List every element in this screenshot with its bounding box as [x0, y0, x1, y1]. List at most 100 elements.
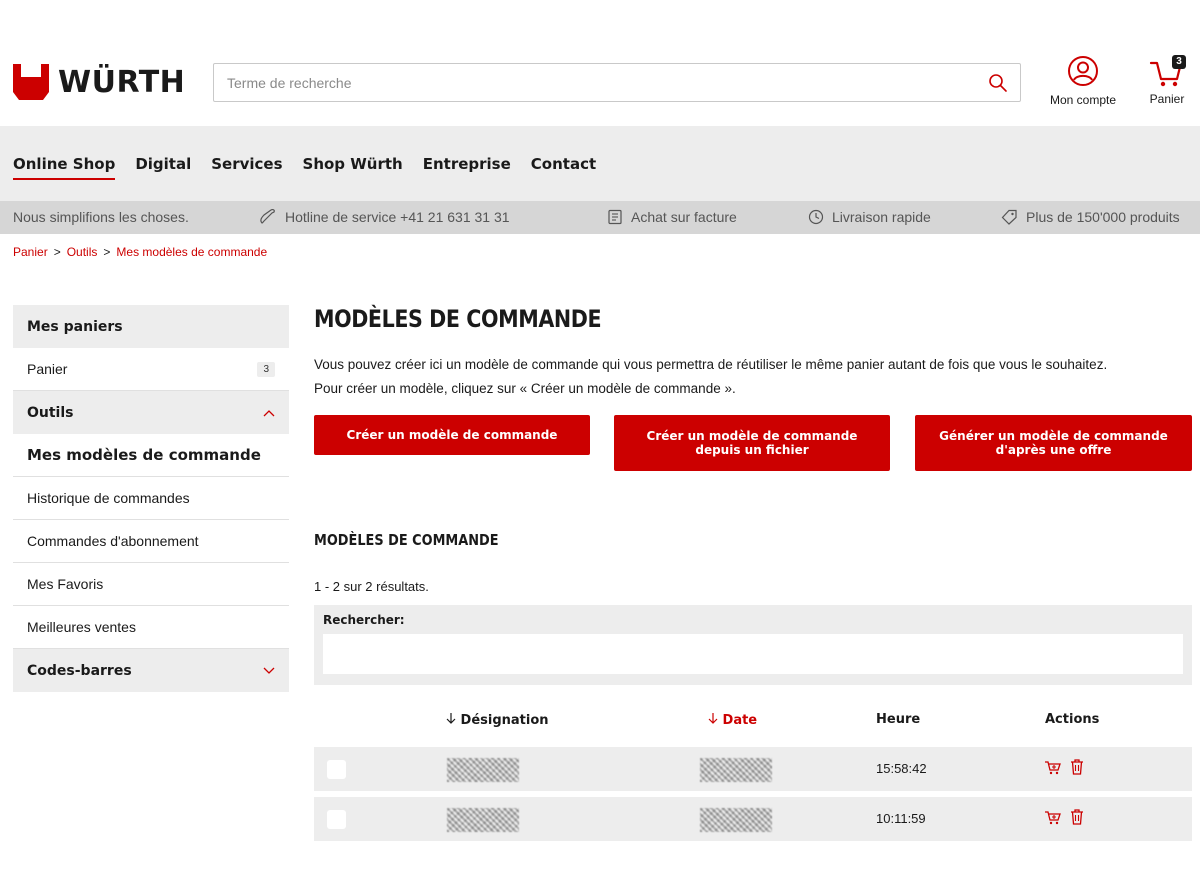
redacted-date: [700, 758, 772, 782]
sidebar-item-cart[interactable]: Panier 3: [13, 348, 289, 391]
add-to-cart-icon[interactable]: [1044, 809, 1062, 825]
sidebar-header-barcodes[interactable]: Codes-barres: [13, 649, 289, 692]
column-designation[interactable]: Désignation: [446, 712, 549, 728]
sidebar-item-subscriptions-label: Commandes d'abonnement: [27, 533, 199, 549]
usp-tagline: Nous simplifions les choses.: [13, 209, 189, 225]
usp-hotline-text: Hotline de service +41 21 631 31 31: [285, 209, 510, 225]
breadcrumb-item-tools[interactable]: Outils: [67, 245, 98, 259]
create-from-file-button-line1: Créer un modèle de commande: [646, 429, 858, 443]
account-sidebar: Mes paniers Panier 3 Outils Mes modèles …: [13, 305, 289, 692]
generate-from-offer-button-line1: Générer un modèle de commande: [939, 429, 1168, 443]
sidebar-item-favorites[interactable]: Mes Favoris: [13, 563, 289, 606]
redacted-date: [700, 808, 772, 832]
sidebar-item-cart-label: Panier: [27, 361, 68, 377]
create-from-file-button[interactable]: Créer un modèle de commande depuis un fi…: [614, 415, 890, 471]
page-title: MODÈLES DE COMMANDE: [314, 305, 602, 333]
chevron-down-icon: [263, 667, 275, 674]
cart-icon-wrap: 3: [1147, 55, 1187, 89]
usp-products-text: Plus de 150'000 produits: [1026, 209, 1180, 225]
sidebar-item-order-templates-label: Mes modèles de commande: [27, 446, 261, 464]
row-checkbox[interactable]: [327, 810, 346, 829]
column-actions-label: Actions: [1045, 712, 1100, 727]
trash-icon[interactable]: [1070, 809, 1084, 825]
section-title: MODÈLES DE COMMANDE: [314, 531, 499, 549]
sidebar-header-tools[interactable]: Outils: [13, 391, 289, 434]
table-row[interactable]: 15:58:42: [314, 747, 1192, 791]
chevron-up-icon: [263, 409, 275, 416]
redacted-designation: [447, 808, 519, 832]
add-to-cart-icon[interactable]: [1044, 759, 1062, 775]
cart-label: Panier: [1149, 92, 1185, 106]
sidebar-item-bestsellers[interactable]: Meilleures ventes: [13, 606, 289, 649]
sidebar-item-bestsellers-label: Meilleures ventes: [27, 619, 136, 635]
tag-icon: [1001, 209, 1017, 225]
row-time: 15:58:42: [876, 761, 927, 776]
cart-count-badge: 3: [1172, 55, 1186, 69]
sidebar-header-carts[interactable]: Mes paniers: [13, 305, 289, 348]
table-row[interactable]: 10:11:59: [314, 797, 1192, 841]
main-content: MODÈLES DE COMMANDE Vous pouvez créer ic…: [314, 305, 1192, 847]
nav-entreprise[interactable]: Entreprise: [423, 155, 511, 180]
nav-shop-wurth[interactable]: Shop Würth: [303, 155, 403, 180]
sidebar-header-tools-label: Outils: [27, 404, 74, 421]
filter-input[interactable]: [323, 634, 1183, 674]
sidebar-item-order-history[interactable]: Historique de commandes: [13, 477, 289, 520]
usp-invoice-text: Achat sur facture: [631, 209, 737, 225]
sidebar-item-favorites-label: Mes Favoris: [27, 576, 104, 592]
intro-text: Vous pouvez créer ici un modèle de comma…: [314, 353, 1192, 401]
breadcrumb-separator: >: [53, 245, 61, 259]
breadcrumb: Panier > Outils > Mes modèles de commande: [13, 245, 267, 259]
breadcrumb-item-current[interactable]: Mes modèles de commande: [116, 245, 267, 259]
account-label: Mon compte: [1049, 93, 1117, 107]
usp-hotline[interactable]: Hotline de service +41 21 631 31 31: [259, 209, 510, 225]
create-template-button-label: Créer un modèle de commande: [346, 428, 558, 442]
intro-line-2: Pour créer un modèle, cliquez sur « Crée…: [314, 381, 736, 396]
search-icon[interactable]: [988, 73, 1008, 93]
phone-icon: [260, 209, 275, 224]
usp-delivery-text: Livraison rapide: [832, 209, 931, 225]
intro-line-1: Vous pouvez créer ici un modèle de comma…: [314, 357, 1108, 372]
action-buttons: Créer un modèle de commande Créer un mod…: [314, 415, 1192, 471]
sidebar-cart-badge: 3: [257, 361, 275, 377]
nav-online-shop[interactable]: Online Shop: [13, 155, 116, 180]
column-designation-label: Désignation: [460, 713, 549, 728]
invoice-icon: [608, 209, 622, 225]
breadcrumb-separator: >: [103, 245, 111, 259]
filter-box: Rechercher:: [314, 605, 1192, 685]
usp-delivery: Livraison rapide: [808, 209, 931, 225]
sidebar-header-carts-label: Mes paniers: [27, 318, 123, 335]
row-checkbox[interactable]: [327, 760, 346, 779]
column-actions: Actions: [1045, 712, 1099, 727]
generate-from-offer-button[interactable]: Générer un modèle de commande d'après un…: [915, 415, 1192, 471]
usp-tagline-text: Nous simplifions les choses.: [13, 209, 189, 225]
create-from-file-button-line2: depuis un fichier: [695, 443, 809, 457]
breadcrumb-item-cart[interactable]: Panier: [13, 245, 48, 259]
usp-invoice: Achat sur facture: [607, 209, 737, 225]
row-actions: [1044, 809, 1084, 825]
trash-icon[interactable]: [1070, 759, 1084, 775]
account-link[interactable]: Mon compte: [1040, 55, 1126, 107]
column-date-label: Date: [722, 713, 758, 728]
sidebar-item-order-templates[interactable]: Mes modèles de commande: [13, 434, 289, 477]
filter-label: Rechercher:: [323, 613, 405, 627]
search-input[interactable]: [214, 64, 954, 101]
nav-services[interactable]: Services: [211, 155, 282, 180]
clock-icon: [808, 209, 824, 225]
main-navigation: Online Shop Digital Services Shop Würth …: [0, 126, 1200, 201]
sidebar-item-subscriptions[interactable]: Commandes d'abonnement: [13, 520, 289, 563]
nav-contact[interactable]: Contact: [531, 155, 596, 180]
table-header: Désignation Date Heure Actions: [314, 685, 1192, 747]
column-time-label: Heure: [876, 712, 921, 727]
results-count: 1 - 2 sur 2 résultats.: [314, 579, 429, 594]
column-date[interactable]: Date: [708, 712, 757, 728]
column-time[interactable]: Heure: [876, 712, 920, 727]
nav-digital[interactable]: Digital: [135, 155, 191, 180]
redacted-designation: [447, 758, 519, 782]
sort-arrow-down-icon: [446, 713, 456, 724]
create-template-button[interactable]: Créer un modèle de commande: [314, 415, 590, 455]
wurth-logo[interactable]: WÜRTH: [13, 64, 185, 100]
generate-from-offer-button-line2: d'après une offre: [995, 443, 1112, 457]
cart-link[interactable]: 3 Panier: [1138, 55, 1196, 106]
wurth-logo-icon: [13, 64, 49, 100]
search-bar: [213, 63, 1021, 102]
